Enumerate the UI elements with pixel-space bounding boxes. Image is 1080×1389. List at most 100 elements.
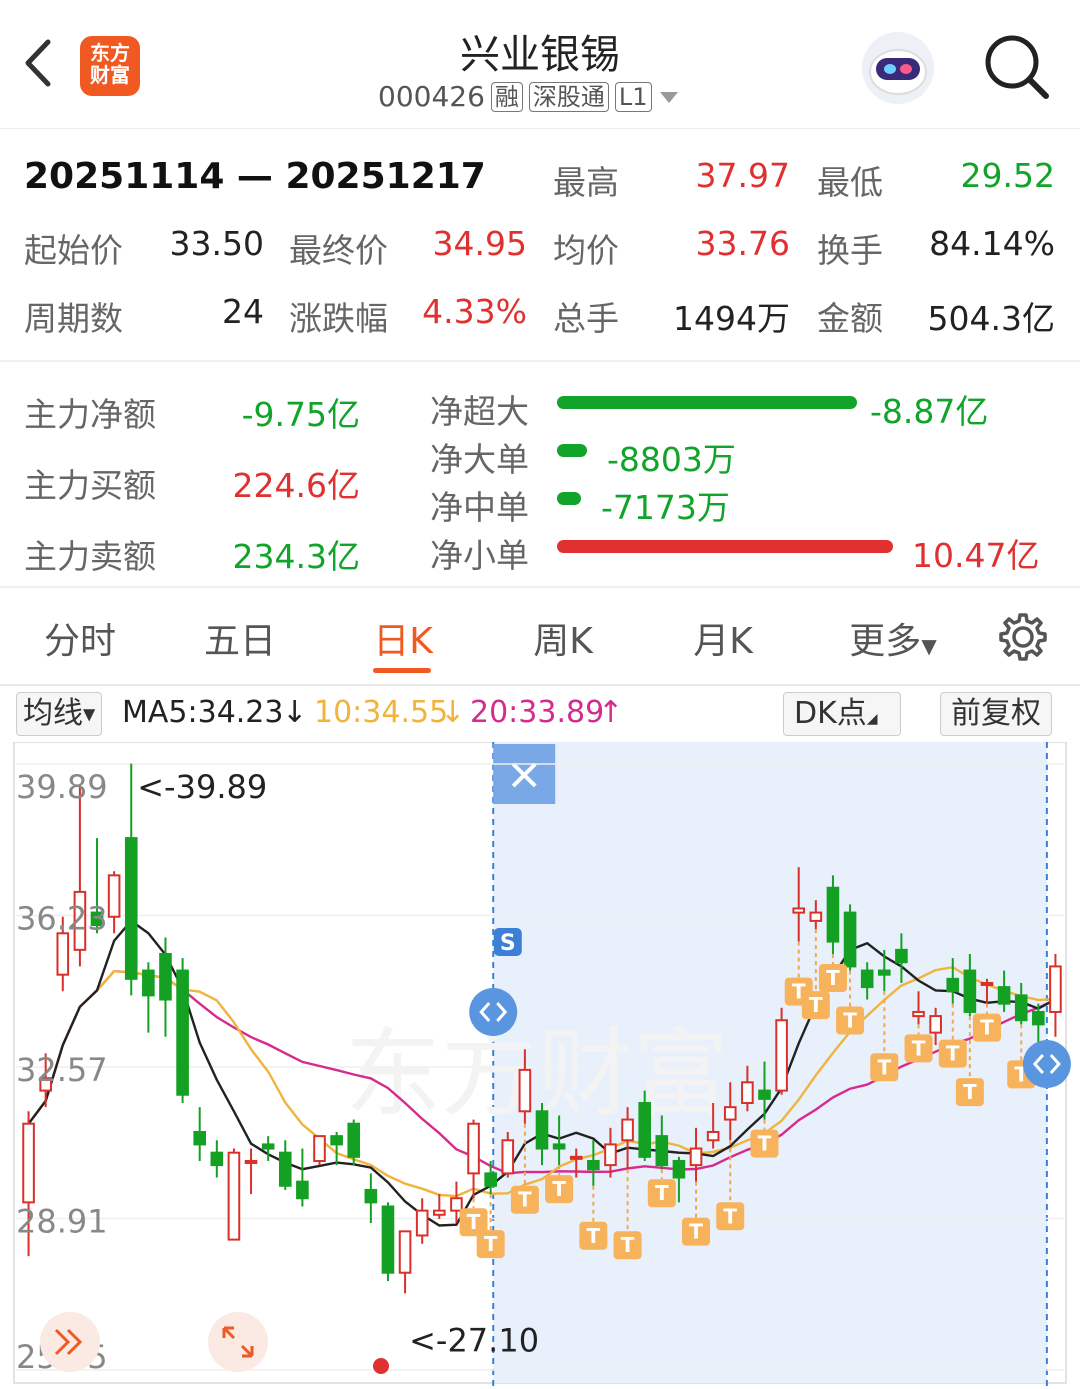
search-icon[interactable] — [984, 34, 1050, 100]
candle-body — [843, 911, 857, 968]
signal-badge-label: T — [809, 993, 823, 1017]
candle-body — [56, 932, 70, 976]
medium-bar — [557, 492, 581, 505]
fullscreen-button[interactable] — [208, 1312, 268, 1372]
candle-body — [946, 977, 960, 993]
candle-body — [313, 1135, 326, 1162]
candle-body — [176, 969, 189, 1096]
tab-more-label: 更多 — [849, 621, 922, 662]
signal-badge-label: T — [843, 1009, 857, 1033]
dk-point-label: DK点 — [794, 696, 867, 731]
signal-badge-label: T — [912, 1036, 926, 1060]
signal-badge-label: T — [980, 1016, 994, 1040]
small-bar — [557, 540, 893, 553]
signal-badge-label: T — [621, 1233, 635, 1257]
stock-code-row[interactable]: 000426 融 深股通 L1 — [378, 80, 680, 113]
candle-body — [689, 1147, 703, 1167]
candle-body — [587, 1159, 600, 1171]
main-buy-label: 主力买额 — [24, 466, 156, 505]
y-tick-label: 32.57 — [16, 1051, 108, 1089]
candle-body — [535, 1110, 549, 1150]
candle-body — [877, 969, 891, 976]
signal-badge-label: T — [758, 1132, 772, 1156]
event-dot — [373, 1358, 389, 1374]
signal-badge-label: T — [689, 1220, 703, 1244]
candle-body — [809, 911, 823, 922]
candle-body — [638, 1102, 651, 1158]
candle-body — [330, 1135, 343, 1146]
tab-more[interactable]: 更多▼ — [833, 612, 953, 664]
candle-body — [433, 1209, 446, 1216]
candle-body — [467, 1122, 480, 1175]
max-price-label: <-39.89 — [137, 768, 267, 806]
candle-body — [860, 969, 874, 989]
candle-body — [997, 986, 1011, 1005]
candle-body — [826, 886, 840, 943]
candle-body — [706, 1130, 720, 1142]
start-price-label: 起始价 — [24, 231, 123, 270]
candle-body — [963, 969, 977, 1013]
candle-body — [980, 981, 994, 986]
candle-body — [758, 1089, 771, 1100]
candle-body — [107, 874, 121, 918]
tab-five-day[interactable]: 五日 — [175, 612, 305, 664]
amount-label: 金额 — [817, 299, 883, 338]
tab-intraday[interactable]: 分时 — [15, 612, 145, 664]
signal-badge-label: T — [946, 1042, 960, 1066]
end-price-value: 34.95 — [432, 224, 527, 263]
candle-body — [193, 1130, 207, 1146]
back-arrow-icon[interactable] — [22, 38, 52, 88]
signal-badge-label: T — [723, 1204, 737, 1228]
candle-body — [775, 1019, 788, 1092]
turnover-value: 84.14% — [929, 224, 1055, 263]
candle-body — [278, 1151, 292, 1187]
ma-mode-label: 均线 — [23, 696, 83, 731]
small-label: 净小单 — [430, 536, 529, 575]
signal-badge-label: T — [877, 1055, 891, 1079]
candle-body — [484, 1172, 497, 1187]
candle-body — [569, 1155, 583, 1160]
y-tick-label: 36.23 — [16, 900, 108, 938]
medium-label: 净中单 — [430, 488, 529, 527]
signal-badge-label: T — [467, 1210, 481, 1234]
high-value: 37.97 — [695, 156, 790, 195]
candle-body — [929, 1015, 942, 1034]
candle-body — [672, 1159, 686, 1179]
tab-monthly-k[interactable]: 月K — [658, 612, 788, 664]
low-label: 最低 — [817, 163, 883, 202]
selection-right-handle[interactable] — [1022, 1040, 1071, 1088]
tab-weekly-k[interactable]: 周K — [498, 612, 628, 664]
ma10-down-icon: ↓ — [440, 695, 466, 730]
candle-body — [912, 1010, 925, 1018]
candle-body — [142, 969, 155, 997]
ma-mode-selector[interactable]: 均线▼ — [16, 692, 103, 736]
kline-chart[interactable]: 东方财富TTT TT TTTTTTTTTTT TTTT39.8936.2332.572… — [0, 742, 1080, 1389]
assistant-robot-icon[interactable] — [862, 32, 934, 104]
tab-daily-k[interactable]: 日K — [338, 612, 468, 664]
date-range: 20251114 — 20251217 — [24, 156, 486, 197]
candle-body — [895, 948, 908, 964]
super-large-label: 净超大 — [430, 392, 529, 431]
selection-left-handle[interactable] — [469, 988, 518, 1036]
adjust-button[interactable]: 前复权 — [940, 692, 1052, 736]
avg-price-label: 均价 — [553, 231, 619, 270]
signal-badge-label: T — [963, 1080, 977, 1104]
candle-body — [655, 1135, 669, 1167]
dk-point-button[interactable]: DK点◢ — [783, 692, 901, 736]
periods-value: 24 — [222, 292, 264, 331]
y-tick-label: 39.89 — [16, 768, 108, 806]
main-buy-value: 224.6亿 — [232, 466, 360, 505]
signal-badge-label: T — [518, 1188, 532, 1212]
stock-name: 兴业银锡 — [460, 32, 620, 78]
candle-body — [450, 1197, 463, 1212]
volume-value: 1494万 — [673, 299, 790, 338]
candle-body — [227, 1151, 241, 1241]
main-net-value: -9.75亿 — [241, 395, 360, 434]
candle-body — [501, 1139, 515, 1175]
candle-body — [347, 1122, 361, 1158]
settings-gear-icon[interactable] — [998, 612, 1048, 662]
signal-badge-label: T — [826, 966, 840, 990]
ma5-value: MA5:34.23 — [122, 695, 284, 730]
signal-badge-label: T — [587, 1224, 601, 1248]
candle-body — [604, 1143, 617, 1167]
